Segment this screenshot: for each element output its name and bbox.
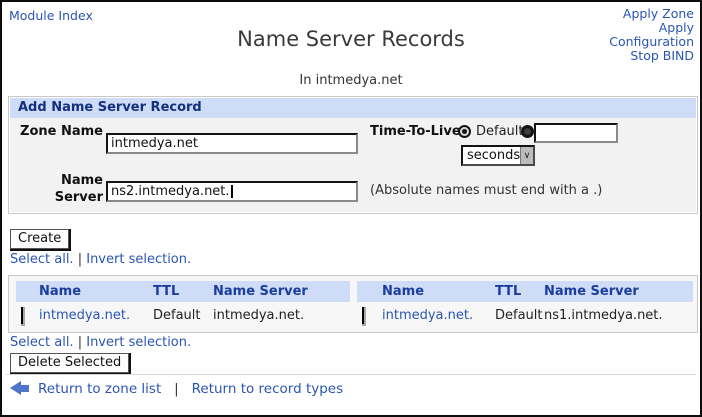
ttl-default-radio[interactable]: [458, 125, 471, 138]
ttl-custom-radio[interactable]: [521, 125, 534, 138]
return-to-record-types-link[interactable]: Return to record types: [192, 381, 344, 397]
divider: [6, 374, 696, 375]
separator: |: [78, 335, 82, 350]
return-to-zone-list-link[interactable]: Return to zone list: [38, 381, 161, 397]
selection-links-top: Select all. | Invert selection.: [10, 252, 191, 267]
add-record-form: Add Name Server Record Zone Name Time-To…: [8, 96, 698, 214]
col-name-server: Name Server: [213, 284, 350, 299]
record-name-link[interactable]: intmedya.net.: [382, 308, 495, 323]
table-header-row: Name TTL Name Server: [16, 281, 350, 302]
text-cursor: [231, 185, 233, 198]
row-checkbox[interactable]: [362, 307, 364, 324]
record-server: intmedya.net.: [213, 308, 350, 323]
records-table-left: Name TTL Name Server intmedya.net. Defau…: [16, 281, 350, 329]
delete-selected-button[interactable]: Delete Selected: [10, 353, 129, 373]
apply-zone-link[interactable]: Apply Zone: [588, 7, 694, 21]
separator: |: [78, 252, 82, 267]
name-server-input[interactable]: ns2.intmedya.net.: [106, 181, 358, 202]
record-name-link[interactable]: intmedya.net.: [39, 308, 153, 323]
stop-bind-link[interactable]: Stop BIND: [588, 49, 694, 63]
table-header-row: Name TTL Name Server: [357, 281, 693, 302]
ttl-label: Time-To-Live: [370, 124, 461, 139]
footer-links: Return to zone list | Return to record t…: [38, 381, 343, 397]
records-tables: Name TTL Name Server intmedya.net. Defau…: [8, 275, 698, 333]
module-index-link[interactable]: Module Index: [9, 8, 93, 23]
ttl-custom-input[interactable]: [534, 123, 618, 143]
separator: [166, 381, 170, 397]
select-all-link[interactable]: Select all.: [10, 252, 74, 267]
selection-links-bottom: Select all. | Invert selection.: [10, 335, 191, 350]
ttl-default-label: Default: [476, 124, 524, 139]
col-name-server: Name Server: [544, 284, 693, 299]
ttl-unit-select[interactable]: seconds ∨: [461, 145, 535, 166]
col-name: Name: [382, 284, 495, 299]
zone-name-input[interactable]: [106, 133, 358, 154]
page-title: Name Server Records: [2, 27, 700, 51]
table-row: intmedya.net. Default ns1.intmedya.net.: [357, 302, 693, 329]
separator-pipe: |: [174, 381, 179, 397]
table-row: intmedya.net. Default intmedya.net.: [16, 302, 350, 329]
chevron-down-icon[interactable]: ∨: [520, 147, 533, 164]
absolute-name-note: (Absolute names must end with a .): [370, 183, 602, 198]
col-ttl: TTL: [495, 284, 544, 299]
records-table-right: Name TTL Name Server intmedya.net. Defau…: [357, 281, 693, 329]
select-all-link[interactable]: Select all.: [10, 335, 74, 350]
record-ttl: Default: [153, 308, 213, 323]
invert-selection-link[interactable]: Invert selection.: [86, 335, 191, 350]
zone-name-label: Zone Name: [19, 124, 103, 139]
invert-selection-link[interactable]: Invert selection.: [86, 252, 191, 267]
ttl-unit-value: seconds: [467, 148, 520, 163]
webmin-bind-page: Module Index Apply Zone Apply Configurat…: [0, 0, 702, 417]
row-checkbox[interactable]: [21, 307, 23, 324]
name-server-label: Name Server: [19, 172, 103, 206]
separator: [183, 381, 187, 397]
page-subtitle: In intmedya.net: [2, 73, 700, 88]
arrow-left-icon: [10, 381, 31, 396]
record-ttl: Default: [495, 308, 544, 323]
col-name: Name: [39, 284, 153, 299]
name-server-value: ns2.intmedya.net.: [111, 184, 230, 199]
col-ttl: TTL: [153, 284, 213, 299]
create-button[interactable]: Create: [10, 229, 69, 249]
form-section-title: Add Name Server Record: [10, 98, 696, 118]
record-server: ns1.intmedya.net.: [544, 308, 693, 323]
